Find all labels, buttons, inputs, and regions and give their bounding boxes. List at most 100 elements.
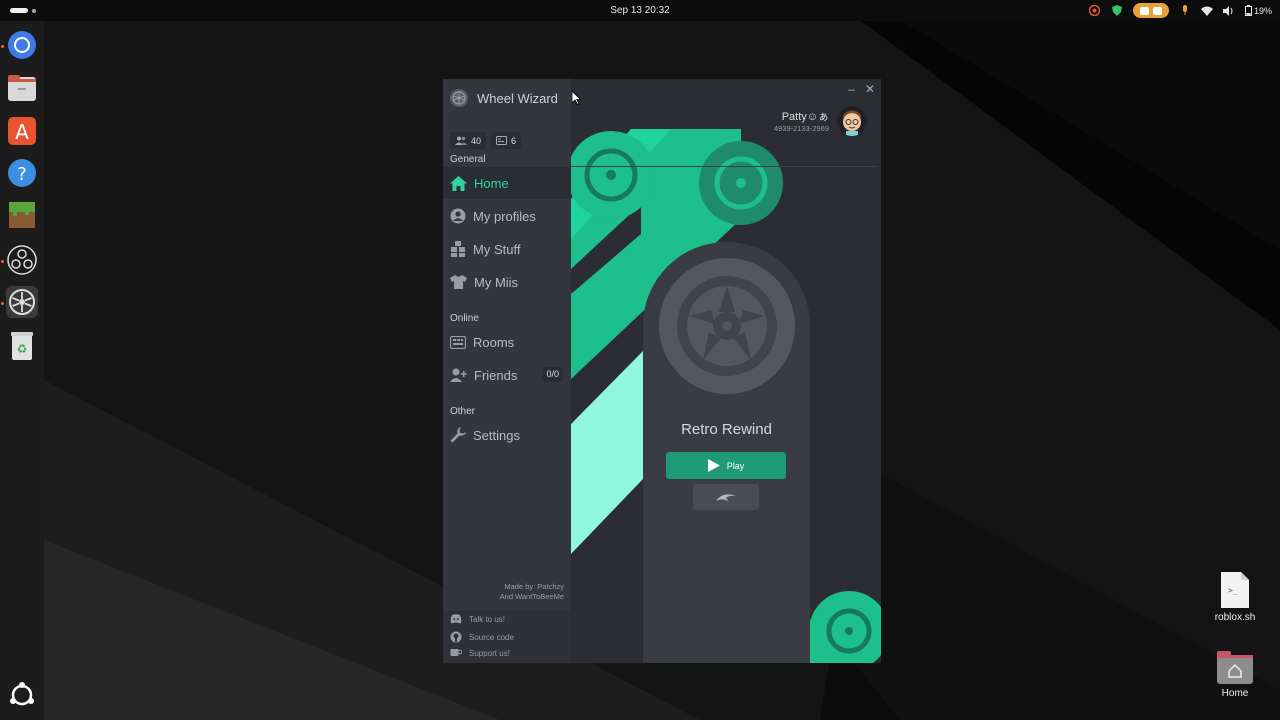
nav-friends-label: Friends [474,367,518,383]
wheel-icon [699,141,783,225]
minimize-icon[interactable]: – [848,82,855,96]
running-indicator [1,302,4,305]
show-apps-icon[interactable] [6,679,38,711]
discord-link-label: Talk to us! [469,614,506,624]
app-header: Wheel Wizard [449,88,558,108]
wheel-icon [571,131,655,219]
app-center-icon[interactable]: A [6,115,38,147]
chrome-icon[interactable] [6,29,38,61]
current-profile[interactable]: Patty☺ぁ 4939-2133-2969 [774,108,829,133]
mouse-cursor-icon [572,91,582,105]
section-general: General [450,154,486,165]
app-title: Wheel Wizard [477,90,558,106]
trash-icon[interactable]: ♻ [6,330,38,362]
players-icon [455,136,467,145]
help-icon[interactable]: ? [6,157,38,189]
coffee-icon [450,649,462,656]
github-link-label: Source code [469,632,514,642]
wheel-icon [809,591,881,663]
home-folder-icon [1217,651,1253,684]
rooms-count: 6 [511,135,517,146]
play-icon [707,459,720,472]
nav-my-profiles-label: My profiles [473,208,536,224]
main-content: – ✕ Patty☺ぁ 4939-2133-2969 Retro Rewind [571,79,881,663]
add-friend-icon [450,368,467,382]
volume-icon[interactable] [1222,5,1235,17]
battery-indicator[interactable]: 19% [1244,5,1272,16]
nav-my-stuff[interactable]: My Stuff [443,233,571,265]
rooms-icon [496,136,507,145]
nav-my-profiles[interactable]: My profiles [443,200,571,232]
wheel-logo-icon [450,89,468,107]
support-link-label: Support us! [469,648,510,658]
credits-line-2: And WantToBeeMe [499,592,564,601]
discord-icon [450,614,462,624]
github-link[interactable]: Source code [450,631,514,643]
nav-my-miis[interactable]: My Miis [443,266,571,298]
tire-icon [659,258,795,394]
header-divider [571,166,877,167]
credits: Made by: Patchzy And WantToBeeMe [500,582,564,602]
nav-rooms-label: Rooms [473,334,515,350]
rooms-online-badge: 6 [491,132,522,149]
friend-code: 4939-2133-2969 [773,124,829,133]
game-title: Retro Rewind [681,421,772,438]
desktop-home-label: Home [1221,688,1249,699]
desktop-home-folder[interactable]: Home [1205,649,1265,699]
home-icon [450,175,467,191]
microphone-icon[interactable] [1179,5,1191,17]
wifi-icon[interactable] [1200,5,1213,17]
section-online: Online [450,313,479,324]
running-indicator [1,45,4,48]
nav-home[interactable]: Home [443,167,571,199]
nav-my-miis-label: My Miis [474,274,519,290]
files-icon[interactable] [6,72,38,104]
minecraft-icon[interactable] [6,199,38,231]
boxes-icon [451,241,465,257]
svg-text:>_: >_ [1228,586,1238,595]
obs-icon[interactable] [6,244,38,276]
window-controls: – ✕ [848,82,875,96]
section-other: Other [450,406,476,417]
profile-icon [450,208,466,224]
nav-settings-label: Settings [473,427,520,443]
running-indicator [1,260,4,263]
play-button[interactable]: Play [666,452,786,479]
profile-name: Patty☺ぁ [781,111,829,123]
shield-tray-icon[interactable] [1111,5,1123,17]
desktop-file-roblox[interactable]: >_ roblox.sh [1205,571,1265,623]
nav-rooms[interactable]: Rooms [443,326,571,358]
svg-text:♻: ♻ [17,342,28,356]
close-icon[interactable]: ✕ [865,82,875,96]
nav-home-label: Home [474,175,509,191]
sidebar: Wheel Wizard 40 6 General Home My profil… [443,79,571,663]
players-count: 40 [471,135,482,146]
rooms-nav-icon [450,335,466,349]
support-link[interactable]: Support us! [450,648,510,658]
dolphin-launch-button[interactable] [693,484,759,510]
wrench-icon [450,427,466,443]
svg-text:A: A [15,120,29,144]
dolphin-icon [716,494,736,502]
play-button-label: Play [726,460,745,471]
nav-settings[interactable]: Settings [443,419,571,451]
dock: A ? ♻ [0,21,44,720]
wheel-wizard-dock-icon[interactable] [6,286,38,318]
battery-percent: 19% [1253,5,1272,16]
shell-script-icon: >_ [1221,572,1249,608]
discord-link[interactable]: Talk to us! [450,614,505,624]
credits-line-1: Made by: Patchzy [504,582,564,591]
wheel-wizard-window: Wheel Wizard 40 6 General Home My profil… [443,79,881,663]
chrome-tray-icon[interactable] [1089,5,1101,17]
game-card: Retro Rewind Play [643,242,810,663]
desktop-file-label: roblox.sh [1214,612,1256,623]
system-tray[interactable]: 19% [1089,3,1272,18]
svg-text:?: ? [17,164,27,185]
github-icon [450,631,462,643]
friends-count-badge: 0/0 [542,367,563,382]
nav-friends[interactable]: Friends 0/0 [443,359,571,391]
avatar[interactable] [837,106,867,136]
top-bar: Sep 13 20:32 19% [0,0,1280,21]
screen-record-indicator[interactable] [1132,3,1169,18]
players-online-badge: 40 [450,132,487,149]
